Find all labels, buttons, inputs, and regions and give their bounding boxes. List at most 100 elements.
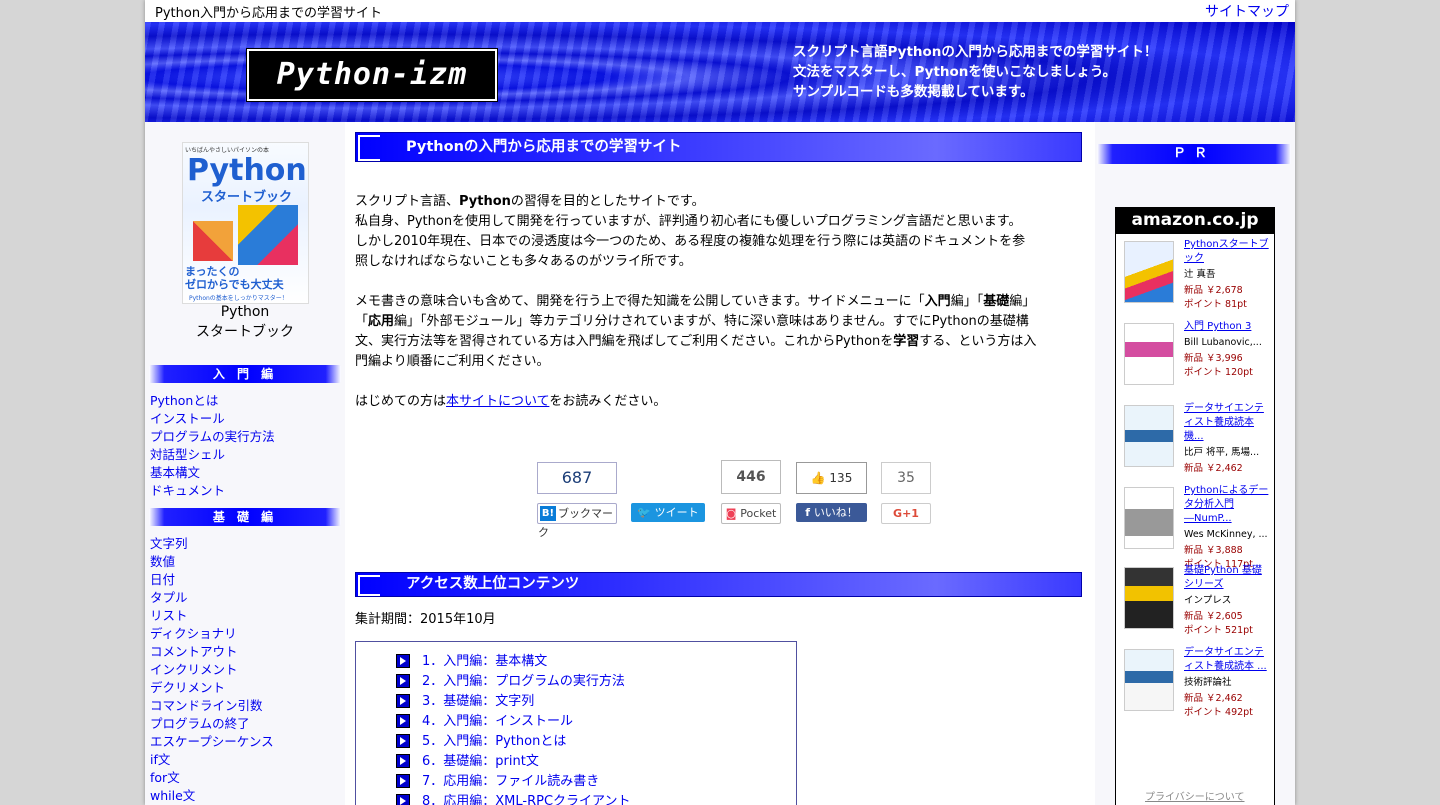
arrow-bullet-icon (396, 773, 410, 788)
arrow-bullet-icon (396, 713, 410, 728)
ranking-list: 1．入門編：基本構文 2．入門編：プログラムの実行方法 3．基礎編：文字列 4．… (396, 652, 631, 805)
ranking-item: 4．入門編：インストール (396, 712, 631, 732)
nav-item: インクリメント (150, 662, 238, 677)
product-title[interactable]: Pythonスタートブック (1184, 238, 1270, 266)
nav-item: ディクショナリ (150, 626, 237, 641)
sitemap-link[interactable]: サイトマップ (1205, 1, 1289, 21)
product-points: ポイント 492pt (1184, 707, 1253, 718)
top-bar: Python入門から応用までの学習サイト サイトマップ (145, 0, 1295, 22)
book-cover-image[interactable]: いちばんやさしいパイソンの本 Python スタートブック まったくの ゼロからで… (182, 142, 309, 304)
product-image[interactable] (1124, 649, 1174, 711)
nav-item: プログラムの実行方法 (150, 429, 275, 444)
privacy-link[interactable]: プライバシーについて (1145, 788, 1245, 803)
nav-heading-intro: 入 門 編 (149, 365, 341, 383)
amazon-logo[interactable]: amazon.co.jp (1116, 208, 1274, 234)
product-author: 辻 真吾 (1184, 269, 1216, 280)
ranking-item: 5．入門編：Pythonとは (396, 732, 631, 752)
title-decoration (358, 575, 380, 596)
ranking-item: 3．基礎編：文字列 (396, 692, 631, 712)
gplus-count: 35 (881, 462, 931, 494)
like-button[interactable]: f いいね！ (796, 503, 867, 522)
thumbs-up-icon: 👍 (810, 471, 830, 485)
nav-heading-basic: 基 礎 編 (149, 508, 341, 526)
nav-item: 基本構文 (150, 465, 201, 480)
arrow-bullet-icon (396, 673, 410, 688)
page: Python入門から応用までの学習サイト サイトマップ Python-izm ス… (145, 0, 1295, 805)
pocket-button[interactable]: ◙ Pocket (721, 503, 781, 524)
nav-item: 対話型シェル (150, 447, 226, 462)
product-title[interactable]: Pythonによるデータ分析入門 ―NumP... (1184, 484, 1270, 526)
product-image[interactable] (1124, 487, 1174, 549)
product-points: ポイント 120pt (1184, 367, 1253, 378)
product-author: 技術評論社 (1184, 677, 1232, 688)
book-caption[interactable]: Python スタートブック (145, 302, 345, 342)
nav-item: インストール (150, 411, 225, 426)
nav-item: コマンドライン引数 (150, 698, 263, 713)
product-title[interactable]: 基礎Python 基礎シリーズ (1184, 564, 1270, 592)
product-title[interactable]: データサイエンティスト養成読本 ... (1184, 646, 1270, 674)
nav-item: プログラムの終了 (150, 716, 250, 731)
pocket-count: 446 (721, 460, 781, 494)
product-image[interactable] (1124, 323, 1174, 385)
intro-text: スクリプト言語、Pythonの習得を目的としたサイトです。 私自身、Python… (355, 192, 1055, 432)
nav-item: タプル (150, 590, 188, 605)
product-author: 比戸 将平, 馬場... (1184, 447, 1260, 458)
book-cover-text: スタートブック (201, 190, 293, 205)
book-cover-text: Python (187, 153, 307, 188)
product-title[interactable]: データサイエンティスト養成読本 機... (1184, 402, 1270, 444)
page-title: Pythonの入門から応用までの学習サイト (406, 139, 682, 155)
product-price: 新品 ￥2,605 (1184, 611, 1243, 622)
pocket-icon: ◙ (725, 507, 741, 520)
product-author: インプレス (1184, 595, 1232, 606)
ranking-period: 集計期間：2015年10月 (355, 612, 496, 627)
like-count: 👍 135 (796, 462, 867, 494)
ranking-item: 6．基礎編：print文 (396, 752, 631, 772)
product-author: Wes McKinney, ... (1184, 529, 1268, 540)
product-title[interactable]: 入門 Python 3 (1184, 320, 1270, 334)
product-image[interactable] (1124, 405, 1174, 467)
tagline-line: スクリプト言語Pythonの入門から応用までの学習サイト！ (793, 44, 1158, 60)
nav-item: コメントアウト (150, 644, 238, 659)
header-tagline: スクリプト言語Pythonの入門から応用までの学習サイト！ 文法をマスターし、P… (793, 42, 1157, 102)
arrow-bullet-icon (396, 753, 410, 768)
hatena-button[interactable]: B! ブックマーク (537, 503, 617, 539)
ranking-box: 1．入門編：基本構文 2．入門編：プログラムの実行方法 3．基礎編：文字列 4．… (355, 641, 797, 805)
arrow-bullet-icon (396, 793, 410, 805)
nav-item: if文 (150, 752, 171, 767)
product-price: 新品 ￥2,462 (1184, 693, 1243, 704)
title-decoration (358, 135, 380, 161)
nav-list-basic: 文字列 数値 日付 タプル リスト ディクショナリ コメントアウト インクリメン… (150, 535, 274, 805)
nav-item: 数値 (150, 554, 176, 569)
book-cover-text: まったくの ゼロからでも大丈夫 (185, 265, 284, 291)
intro-paragraph: メモ書きの意味合いも含めて、開発を行う上で得た知識を公開していきます。サイドメニ… (355, 294, 1037, 369)
product-points: ポイント 521pt (1184, 625, 1253, 636)
product-price: 新品 ￥3,888 (1184, 545, 1243, 556)
left-sidebar: いちばんやさしいパイソンの本 Python スタートブック まったくの ゼロからで… (145, 122, 345, 805)
ranking-item: 8．応用編：XML-RPCクライアント (396, 792, 631, 805)
pr-heading: ＰＲ (1097, 144, 1291, 164)
arrow-bullet-icon (396, 733, 410, 748)
intro-paragraph: スクリプト言語、Pythonの習得を目的としたサイトです。 私自身、Python… (355, 194, 1026, 269)
tweet-button[interactable]: 🐦 ツイート (631, 503, 705, 522)
product-image[interactable] (1124, 567, 1174, 629)
product-image[interactable] (1124, 241, 1174, 303)
facebook-icon: f (805, 506, 814, 519)
product-price: 新品 ￥2,678 (1184, 285, 1243, 296)
ranking-title: アクセス数上位コンテンツ (406, 576, 580, 592)
ranking-item: 7．応用編：ファイル読み書き (396, 772, 631, 792)
hatena-icon: B! (540, 506, 556, 521)
gplus-button[interactable]: G+1 (881, 503, 931, 524)
arrow-bullet-icon (396, 693, 410, 708)
site-logo[interactable]: Python-izm (246, 48, 498, 102)
ranking-item: 1．入門編：基本構文 (396, 652, 631, 672)
product-author: Bill Lubanovic,... (1184, 337, 1262, 348)
about-site-link[interactable]: 本サイトについて (446, 394, 549, 409)
nav-item: for文 (150, 770, 180, 785)
tagline-line: サンプルコードも多数掲載しています。 (793, 84, 1034, 100)
amazon-widget: amazon.co.jp Pythonスタートブック 辻 真吾 新品 ￥2,67… (1115, 207, 1275, 805)
nav-list-intro: Pythonとは インストール プログラムの実行方法 対話型シェル 基本構文 ド… (150, 392, 275, 500)
arrow-bullet-icon (396, 653, 410, 668)
header-banner: Python-izm スクリプト言語Pythonの入門から応用までの学習サイト！… (145, 22, 1295, 122)
twitter-icon: 🐦 (637, 506, 655, 519)
nav-item: 日付 (150, 572, 176, 587)
